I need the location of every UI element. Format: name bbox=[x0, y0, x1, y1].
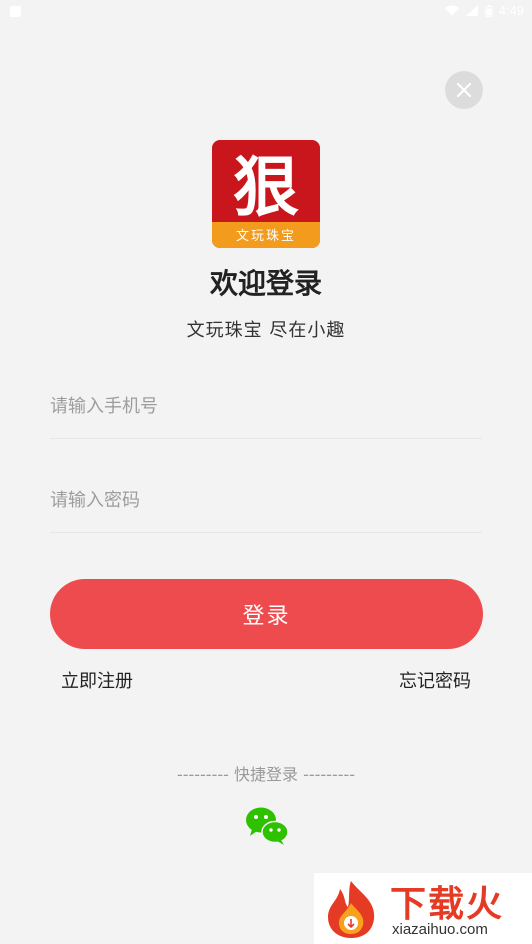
login-screen: 4:49 狠 文玩珠宝 欢迎登录 文玩珠宝 尽在小趣 登录 立即注册 忘记密码 … bbox=[0, 0, 532, 944]
watermark-url: xiazaihuo.com bbox=[392, 921, 488, 938]
login-button[interactable]: 登录 bbox=[50, 579, 483, 649]
logo-band-text: 文玩珠宝 bbox=[235, 229, 296, 244]
wechat-login-button[interactable] bbox=[245, 806, 289, 846]
phone-field bbox=[50, 374, 482, 439]
register-link[interactable]: 立即注册 bbox=[61, 667, 133, 693]
app-logo: 狠 文玩珠宝 bbox=[212, 140, 320, 248]
status-icons: 4:49 bbox=[444, 3, 524, 18]
logo-glyph: 狠 bbox=[233, 148, 299, 224]
page-title: 欢迎登录 bbox=[209, 267, 322, 300]
wifi-icon bbox=[444, 5, 459, 16]
password-input[interactable] bbox=[50, 468, 482, 532]
status-time: 4:49 bbox=[498, 3, 524, 18]
status-bar: 4:49 bbox=[0, 0, 532, 24]
forgot-password-link[interactable]: 忘记密码 bbox=[399, 667, 471, 693]
logo-glyph-text: 狠 bbox=[233, 148, 299, 224]
page-subtitle: 文玩珠宝 尽在小趣 bbox=[186, 320, 346, 341]
quick-login-label: --------- 快捷登录 --------- bbox=[176, 765, 356, 784]
notification-icon bbox=[10, 6, 21, 17]
close-icon bbox=[456, 82, 472, 98]
wechat-icon bbox=[246, 807, 289, 845]
password-field bbox=[50, 468, 482, 533]
phone-input[interactable] bbox=[50, 374, 482, 438]
battery-icon bbox=[484, 4, 493, 17]
watermark: 下载火 xiazaihuo.com bbox=[314, 873, 532, 944]
signal-icon bbox=[465, 4, 478, 16]
watermark-title: 下载火 bbox=[390, 884, 505, 925]
close-button[interactable] bbox=[445, 71, 483, 109]
flame-logo-icon bbox=[328, 881, 375, 938]
